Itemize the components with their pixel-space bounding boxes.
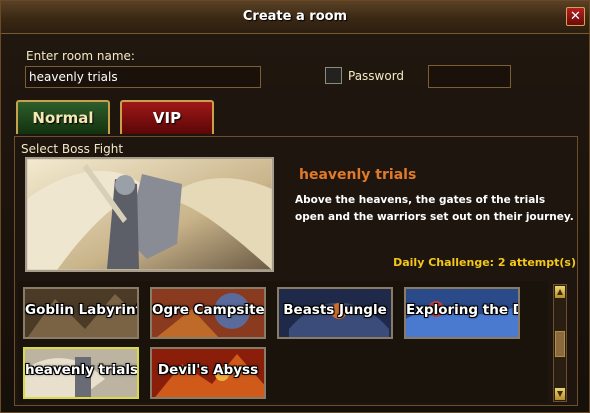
boss-card-label: Exploring the D xyxy=(406,302,520,318)
boss-card-label: heavenly trials xyxy=(25,362,139,378)
boss-card-devils-abyss[interactable]: Devil's Abyss xyxy=(150,347,266,399)
boss-description: Above the heavens, the gates of the tria… xyxy=(295,194,574,223)
boss-card-label: Beasts Jungle xyxy=(283,302,387,318)
boss-card-exploring[interactable]: Exploring the D xyxy=(404,287,520,339)
selected-boss-name: heavenly trials xyxy=(299,167,417,183)
room-name-input[interactable] xyxy=(25,66,261,88)
tab-normal[interactable]: Normal xyxy=(16,100,110,134)
close-icon: ✕ xyxy=(570,9,581,24)
password-label: Password xyxy=(348,69,405,83)
boss-card-goblin-labyrinth[interactable]: Goblin Labyrint xyxy=(23,287,139,339)
boss-card-label: Devil's Abyss xyxy=(157,362,259,378)
boss-preview-image xyxy=(25,157,274,272)
window-title: Create a room xyxy=(242,9,348,24)
scroll-thumb[interactable] xyxy=(555,331,565,357)
boss-card-label: Goblin Labyrint xyxy=(25,302,139,318)
daily-challenge-text: Daily Challenge: 2 attempt(s) xyxy=(393,256,576,269)
room-name-label: Enter room name: xyxy=(26,49,135,63)
boss-card-beasts-jungle[interactable]: Beasts Jungle xyxy=(277,287,393,339)
select-boss-label: Select Boss Fight xyxy=(21,142,124,156)
boss-card-label: Ogre Campsite xyxy=(152,302,265,318)
triangle-down-icon xyxy=(557,391,563,397)
scroll-up-button[interactable] xyxy=(555,286,565,298)
tab-vip[interactable]: VIP xyxy=(120,100,214,134)
boss-card-ogre-campsite[interactable]: Ogre Campsite xyxy=(150,287,266,339)
password-input[interactable] xyxy=(428,65,511,88)
boss-list-scrollbar[interactable] xyxy=(553,284,567,402)
triangle-up-icon xyxy=(557,289,563,295)
scroll-down-button[interactable] xyxy=(555,388,565,400)
title-bar: Create a room ✕ xyxy=(1,1,589,34)
password-checkbox[interactable] xyxy=(325,67,342,84)
close-button[interactable]: ✕ xyxy=(566,7,585,26)
boss-card-heavenly-trials[interactable]: heavenly trials xyxy=(23,347,139,399)
